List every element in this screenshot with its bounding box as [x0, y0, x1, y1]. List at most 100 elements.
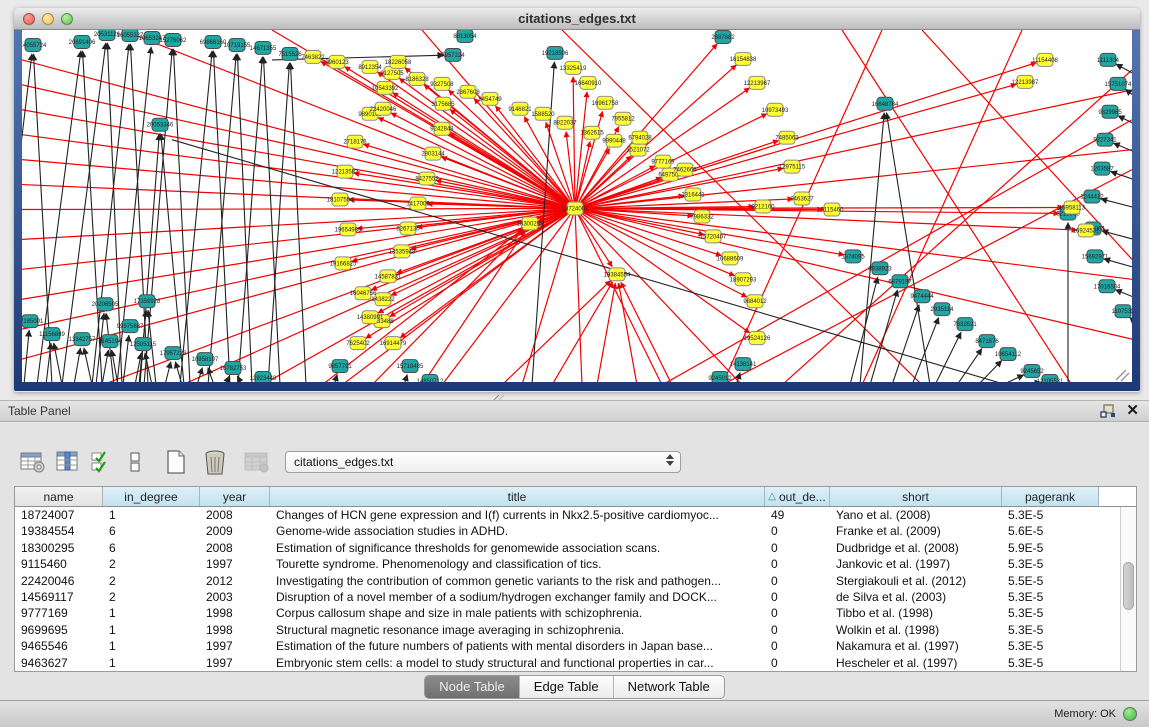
graph-node[interactable]: 7955812 [611, 112, 635, 125]
table-row[interactable]: 1938455462009Genome-wide association stu… [15, 523, 1120, 539]
column-header-in_degree[interactable]: in_degree [103, 487, 200, 506]
graph-node[interactable]: 19384554 [604, 268, 631, 281]
table-row[interactable]: 977716911998Corpus callosum shape and si… [15, 605, 1120, 621]
graph-node[interactable]: 1874095 [841, 250, 865, 263]
graph-node[interactable]: 10688609 [717, 252, 744, 265]
graph-node[interactable]: 12505115 [130, 338, 157, 351]
graph-node[interactable]: 10958107 [192, 353, 219, 366]
graph-node[interactable]: 8471676 [975, 335, 999, 348]
graph-node[interactable]: 12105531 [1037, 375, 1064, 382]
graph-node[interactable]: 2803144 [421, 147, 445, 160]
graph-node[interactable]: 1111304 [1097, 53, 1120, 66]
graph-node[interactable]: 9242848 [430, 122, 454, 135]
graph-node[interactable]: 16640910 [575, 76, 602, 89]
graph-node[interactable]: 9115460 [821, 203, 845, 216]
graph-node[interactable]: 8938923 [868, 262, 892, 275]
table-row[interactable]: 911546021997Tourette syndrome. Phenomeno… [15, 556, 1120, 572]
graph-node[interactable]: 15751074 [1105, 77, 1132, 90]
graph-node[interactable]: 16648784 [872, 97, 899, 110]
memory-status-icon[interactable] [1123, 707, 1137, 721]
new-file-icon[interactable] [164, 449, 188, 475]
graph-node[interactable]: 19524126 [744, 332, 771, 345]
graph-node[interactable]: 1417006 [406, 197, 430, 210]
graph-node[interactable]: 9327508 [430, 77, 454, 90]
graph-node[interactable]: 19218506 [542, 46, 569, 59]
graph-node[interactable]: 1145194 [99, 335, 123, 348]
graph-node[interactable]: 9245652 [1020, 365, 1044, 378]
graph-node[interactable]: 1203587 [1090, 162, 1114, 175]
graph-node[interactable]: 7986332 [690, 210, 714, 223]
graph-node[interactable]: 13325419 [560, 61, 587, 74]
graph-node[interactable]: 20691406 [69, 35, 96, 48]
graph-node[interactable]: 17185001 [22, 315, 44, 328]
graph-node[interactable]: 14055724 [22, 38, 47, 51]
table-select-dropdown[interactable]: citations_edges.txt [285, 451, 681, 473]
select-columns-icon[interactable] [56, 450, 80, 474]
table-row[interactable]: 1872400712008Changes of HCN gene express… [15, 507, 1120, 523]
window-titlebar[interactable]: citations_edges.txt [14, 8, 1140, 30]
graph-node[interactable]: 2316441 [681, 188, 705, 201]
graph-node[interactable]: 9857791 [328, 360, 352, 373]
graph-node[interactable]: 6879197 [888, 275, 912, 288]
column-header-out_de[interactable]: △out_de... [765, 487, 830, 506]
column-header-name[interactable]: name [15, 487, 103, 506]
network-canvas[interactable]: 1107533 1111304 1145194 1203587 1244412 13626… [22, 30, 1132, 382]
select-rows-icon[interactable] [90, 450, 112, 474]
graph-node[interactable]: 1244412 [1080, 190, 1104, 203]
graph-node[interactable]: 8912354 [358, 60, 382, 73]
graph-node[interactable]: 7515526 [278, 47, 302, 60]
graph-node[interactable]: 9884012 [743, 295, 767, 308]
graph-node[interactable]: 15720407 [700, 230, 727, 243]
graph-node[interactable]: 99975887 [117, 320, 144, 333]
graph-node[interactable]: 12213967 [744, 76, 771, 89]
column-settings-icon[interactable] [20, 450, 46, 474]
graph-node[interactable]: 2867608 [456, 85, 480, 98]
close-icon[interactable]: ✕ [1126, 403, 1139, 419]
graph-node[interactable]: 15692971 [1082, 250, 1109, 263]
graph-node[interactable]: 1588520 [531, 107, 555, 120]
graph-node[interactable]: 2687682 [711, 30, 735, 43]
canvas-resize-grip[interactable] [1116, 370, 1129, 381]
graph-node[interactable]: 9227341 [1093, 133, 1117, 146]
graph-node[interactable]: 9990448 [602, 134, 626, 147]
graph-node[interactable]: 14587831 [375, 270, 402, 283]
graph-node[interactable]: 11154408 [1032, 53, 1058, 66]
graph-node[interactable]: 10543392 [372, 81, 399, 94]
table-row[interactable]: 1830029562008Estimation of significance … [15, 540, 1120, 556]
float-panel-icon[interactable] [1100, 404, 1116, 419]
graph-node[interactable]: 10719155 [224, 38, 251, 51]
tab-edge-table[interactable]: Edge Table [520, 676, 614, 698]
column-header-year[interactable]: year [200, 487, 270, 506]
graph-node[interactable]: 7957224 [441, 48, 465, 61]
graph-node[interactable]: 12923448 [250, 372, 277, 382]
graph-node[interactable]: 18107554 [327, 193, 354, 206]
graph-node[interactable]: 7462666 [673, 163, 697, 176]
trash-icon[interactable] [202, 449, 228, 476]
graph-node[interactable]: 3175685 [431, 97, 455, 110]
graph-node[interactable]: 1107533 [1112, 305, 1132, 318]
graph-node[interactable]: 19166825 [330, 257, 357, 270]
row-height-icon[interactable] [128, 450, 142, 474]
delete-table-icon[interactable] [244, 450, 270, 474]
graph-node[interactable]: 2718176 [343, 135, 367, 148]
graph-node[interactable]: 2935114 [931, 303, 955, 316]
graph-node[interactable]: 16961758 [592, 96, 619, 109]
table-row[interactable]: 946554611997Estimation of the future num… [15, 638, 1120, 654]
table-row[interactable]: 946362711997Embryonic stem cells: a mode… [15, 655, 1120, 671]
graph-node[interactable]: 14850712 [417, 375, 444, 382]
graph-node[interactable]: 8813054 [453, 30, 477, 42]
close-button[interactable] [23, 13, 35, 25]
graph-node[interactable]: 15718485 [397, 360, 424, 373]
graph-node[interactable]: 8454749 [478, 92, 502, 105]
table-row[interactable]: 969969511998Structural magnetic resonanc… [15, 622, 1120, 638]
graph-node[interactable]: 12975115 [779, 160, 806, 173]
scrollbar-thumb[interactable] [1123, 562, 1134, 610]
graph-node[interactable]: 9245012 [708, 372, 732, 382]
graph-node[interactable]: 10654112 [995, 348, 1022, 361]
graph-node[interactable]: 16154838 [730, 52, 757, 65]
graph-node[interactable]: 8267130 [396, 222, 420, 235]
graph-node[interactable]: 7625402 [346, 337, 370, 350]
graph-node[interactable]: 1362615 [580, 126, 604, 139]
zoom-button[interactable] [61, 13, 73, 25]
graph-node[interactable]: 14671355 [250, 41, 277, 54]
